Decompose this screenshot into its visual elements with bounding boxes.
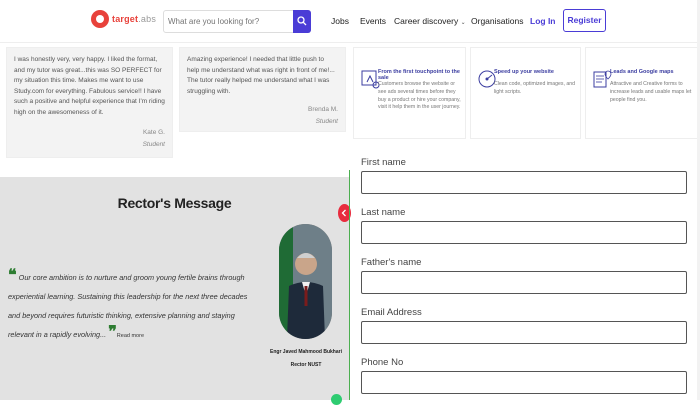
testimonial-role: Student [315,118,338,125]
father-name-input[interactable] [361,271,687,294]
email-label: Email Address [361,307,422,318]
feature-card: Speed up your website Clean code, optimi… [470,47,581,139]
last-name-label: Last name [361,207,406,218]
login-link[interactable]: Log In [530,16,556,26]
testimonial-text: Amazing experience! I needed that little… [187,56,335,95]
feature-description: Attractive and Creative forms to increas… [610,81,692,103]
feature-title: From the first touchpoint to the sale [378,69,460,81]
rector-section-title: Rector's Message [117,195,232,211]
nav-link-career-discovery[interactable]: Career discovery ⌄ [394,16,466,26]
phone-label: Phone No [361,357,404,368]
logo-icon [91,10,109,28]
testimonial-card: Amazing experience! I needed that little… [179,47,346,132]
career-discovery-label: Career discovery [394,16,459,26]
nav-link-events[interactable]: Events [360,16,386,26]
testimonial-role: Student [142,141,165,148]
feature-title: Leads and Google maps [610,69,674,75]
email-input[interactable] [361,321,687,344]
testimonial-card: I was honestly very, very happy. I liked… [6,47,173,158]
open-quote-icon: ❝ [8,267,17,284]
feature-card: Leads and Google maps Attractive and Cre… [585,47,698,139]
feature-card: From the first touchpoint to the sale Cu… [353,47,466,139]
logo-suffix-text: .abs [138,14,157,24]
feature-title: Speed up your website [494,69,554,75]
father-name-label: Father's name [361,257,422,268]
logo-main-text: target [112,14,139,24]
section-divider [349,170,350,400]
rector-photo [279,224,332,339]
search-bar [163,10,311,33]
top-navbar: target.abs Jobs Events Career discovery … [0,0,700,43]
logo-text: target.abs [112,14,156,24]
rector-portrait [279,224,332,339]
phone-input[interactable] [361,371,687,394]
first-name-label: First name [361,157,406,168]
feature-description: Customers browse the website or see ads … [378,81,461,111]
testimonial-text: I was honestly very, very happy. I liked… [14,56,165,116]
site-logo[interactable]: target.abs [91,10,156,28]
read-more-link[interactable]: Read more [117,333,144,339]
nav-link-jobs[interactable]: Jobs [331,16,349,26]
rector-message-section: Rector's Message ❝ Our core ambition is … [0,177,349,400]
rector-name: Engr Javed Mahmood Bukhari [270,349,342,355]
first-name-input[interactable] [361,171,687,194]
register-button[interactable]: Register [563,9,606,32]
search-icon [297,16,307,26]
search-button[interactable] [293,10,311,33]
feature-description: Clean code, optimized images, and light … [494,81,576,95]
chevron-down-icon: ⌄ [460,20,466,26]
testimonial-author: Brenda M. [308,106,338,113]
close-quote-icon: ❞ [108,324,117,341]
rector-role: Rector NUST [290,362,322,368]
nav-link-organisations[interactable]: Organisations [471,16,523,26]
last-name-input[interactable] [361,221,687,244]
testimonial-author: Kate G. [142,129,165,136]
search-input[interactable] [164,11,289,32]
rector-quote: ❝ Our core ambition is to nurture and gr… [8,268,253,346]
